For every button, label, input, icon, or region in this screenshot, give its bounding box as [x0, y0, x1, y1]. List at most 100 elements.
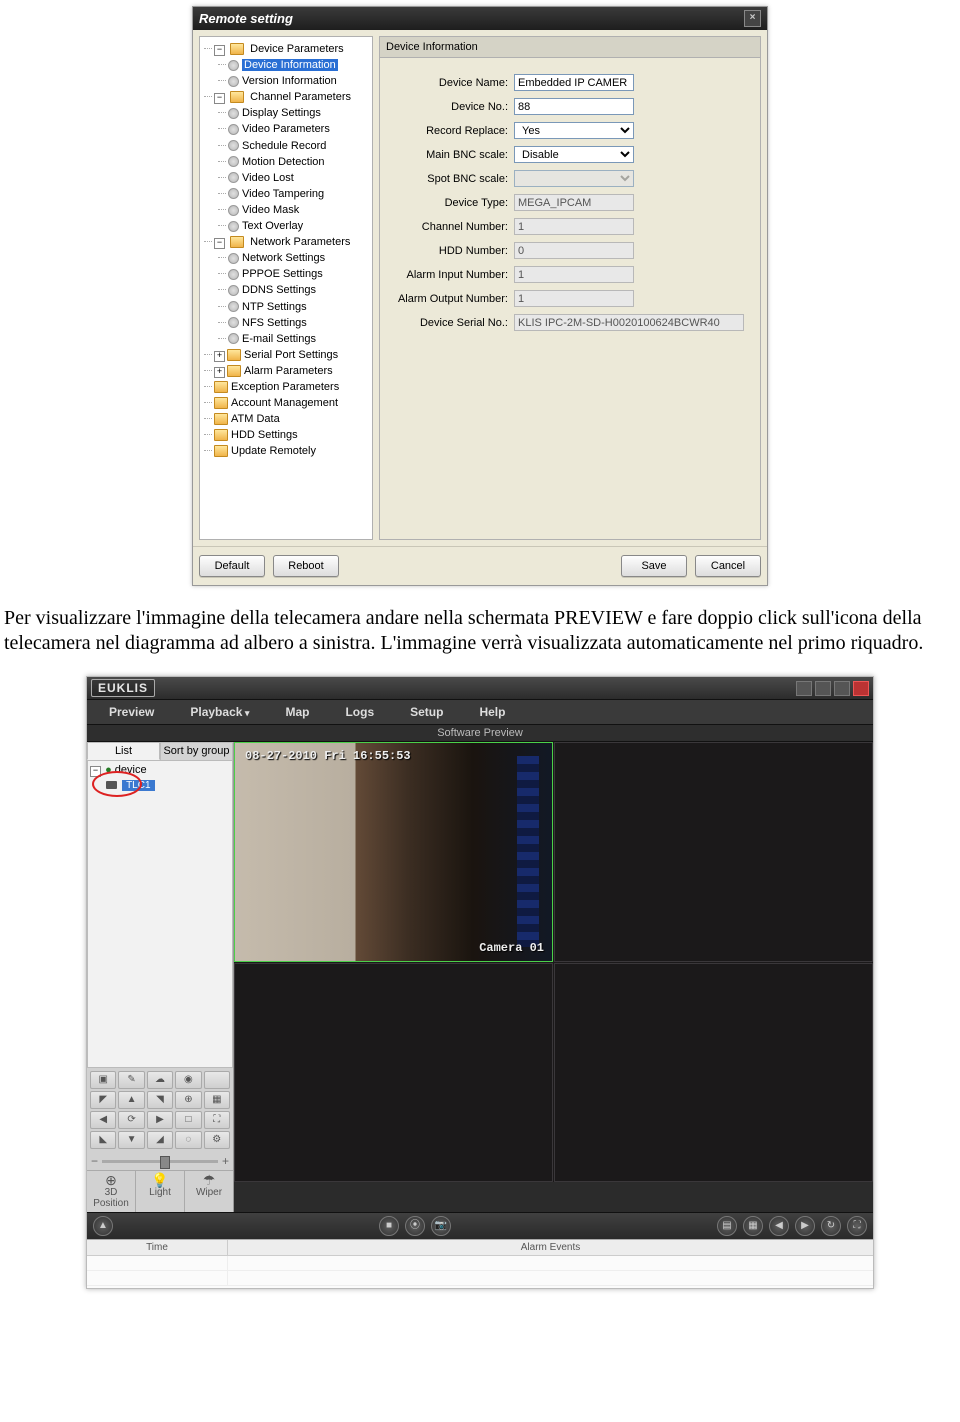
- tree-video-tampering[interactable]: Video Tampering: [242, 188, 324, 200]
- ptz-auto-icon[interactable]: ⟳: [118, 1111, 144, 1129]
- tree-text-overlay[interactable]: Text Overlay: [242, 220, 303, 232]
- autoswitch-icon[interactable]: ↻: [821, 1216, 841, 1236]
- tree-atm-data[interactable]: ATM Data: [231, 413, 280, 425]
- tree-update-remotely[interactable]: Update Remotely: [231, 445, 316, 457]
- slider-plus-icon[interactable]: +: [222, 1154, 229, 1168]
- ptz-grid-icon[interactable]: ▦: [204, 1091, 230, 1109]
- ptz-3d-position-button[interactable]: ⊕3D Position: [87, 1171, 136, 1212]
- layout-1-icon[interactable]: ▤: [717, 1216, 737, 1236]
- minimize-icon[interactable]: [815, 681, 831, 696]
- ptz-fullscreen-icon[interactable]: ⛶: [204, 1111, 230, 1129]
- tree-ntp-settings[interactable]: NTP Settings: [242, 301, 307, 313]
- tree-nfs-settings[interactable]: NFS Settings: [242, 317, 307, 329]
- device-name-input[interactable]: [514, 74, 634, 91]
- video-cell-3[interactable]: [234, 963, 553, 1183]
- stop-icon[interactable]: ■: [379, 1216, 399, 1236]
- leaf-icon: [228, 301, 239, 312]
- slider-minus-icon[interactable]: −: [91, 1154, 98, 1168]
- ptz-wiper-button[interactable]: ☂Wiper: [185, 1171, 233, 1212]
- collapse-icon[interactable]: −: [90, 766, 101, 777]
- alarm-icon[interactable]: ▲: [93, 1216, 113, 1236]
- tree-video-lost[interactable]: Video Lost: [242, 172, 294, 184]
- menu-logs[interactable]: Logs: [327, 700, 392, 724]
- tree-hdd-settings[interactable]: HDD Settings: [231, 429, 298, 441]
- tree-account-management[interactable]: Account Management: [231, 397, 338, 409]
- tree-ddns-settings[interactable]: DDNS Settings: [242, 285, 316, 297]
- ptz-iris-icon[interactable]: ◌: [175, 1131, 201, 1149]
- tree-video-parameters[interactable]: Video Parameters: [242, 124, 330, 136]
- ptz-up-right-icon[interactable]: ◥: [147, 1091, 173, 1109]
- video-cell-4[interactable]: [554, 963, 873, 1183]
- tree-motion-detection[interactable]: Motion Detection: [242, 156, 325, 168]
- close-icon[interactable]: ×: [744, 10, 761, 27]
- close-icon[interactable]: [853, 681, 869, 696]
- tree-schedule-record[interactable]: Schedule Record: [242, 140, 326, 152]
- tree-email-settings[interactable]: E-mail Settings: [242, 333, 316, 345]
- ptz-left-icon[interactable]: ◀: [90, 1111, 116, 1129]
- ptz-right-icon[interactable]: ▶: [147, 1111, 173, 1129]
- tree-video-mask[interactable]: Video Mask: [242, 204, 299, 216]
- settings-tree[interactable]: − Device Parameters Device Information V…: [199, 36, 373, 540]
- default-button[interactable]: Default: [199, 555, 265, 577]
- ptz-record-icon[interactable]: ◉: [175, 1071, 201, 1089]
- record-replace-select[interactable]: Yes: [514, 122, 634, 139]
- ptz-zoom-in-icon[interactable]: ⊕: [175, 1091, 201, 1109]
- leaf-icon: [228, 269, 239, 280]
- device-tree[interactable]: − ● device TLC1: [87, 760, 233, 1068]
- tree-network-parameters[interactable]: Network Parameters: [250, 236, 350, 248]
- next-page-icon[interactable]: ▶: [795, 1216, 815, 1236]
- layout-2-icon[interactable]: ▦: [743, 1216, 763, 1236]
- tree-network-settings[interactable]: Network Settings: [242, 252, 325, 264]
- ptz-up-icon[interactable]: ▲: [118, 1091, 144, 1109]
- ptz-settings-icon[interactable]: ⚙: [204, 1131, 230, 1149]
- video-cell-1[interactable]: 08-27-2010 Fri 16:55:53 Camera 01: [234, 742, 553, 962]
- prev-page-icon[interactable]: ◀: [769, 1216, 789, 1236]
- ptz-light-button[interactable]: 💡Light: [136, 1171, 185, 1212]
- tree-device-parameters[interactable]: Device Parameters: [250, 43, 344, 55]
- main-bnc-select[interactable]: Disable: [514, 146, 634, 163]
- ptz-mic-icon[interactable]: ✎: [118, 1071, 144, 1089]
- ptz-focus-icon[interactable]: □: [175, 1111, 201, 1129]
- ptz-speaker-icon[interactable]: ☁: [147, 1071, 173, 1089]
- expand-toggle-icon[interactable]: +: [214, 367, 225, 378]
- expand-toggle-icon[interactable]: −: [214, 238, 225, 249]
- ptz-snapshot-icon[interactable]: ▣: [90, 1071, 116, 1089]
- tree-exception-parameters[interactable]: Exception Parameters: [231, 381, 339, 393]
- expand-toggle-icon[interactable]: −: [214, 45, 225, 56]
- tree-root-device[interactable]: device: [115, 764, 147, 776]
- maximize-icon[interactable]: [834, 681, 850, 696]
- ptz-down-right-icon[interactable]: ◢: [147, 1131, 173, 1149]
- record-icon[interactable]: ⦿: [405, 1216, 425, 1236]
- tree-alarm-parameters[interactable]: Alarm Parameters: [244, 365, 333, 377]
- save-button[interactable]: Save: [621, 555, 687, 577]
- reboot-button[interactable]: Reboot: [273, 555, 339, 577]
- ptz-down-icon[interactable]: ▼: [118, 1131, 144, 1149]
- tab-list[interactable]: List: [87, 742, 160, 760]
- slider-track[interactable]: [102, 1160, 218, 1163]
- fullscreen-icon[interactable]: ⛶: [847, 1216, 867, 1236]
- tree-serial-port-settings[interactable]: Serial Port Settings: [244, 349, 338, 361]
- tree-pppoe-settings[interactable]: PPPOE Settings: [242, 268, 323, 280]
- menu-preview[interactable]: Preview: [91, 700, 172, 724]
- device-no-input[interactable]: [514, 98, 634, 115]
- menu-help[interactable]: Help: [461, 700, 523, 724]
- video-cell-2[interactable]: [554, 742, 873, 962]
- tree-camera-tlc1[interactable]: TLC1: [122, 780, 154, 791]
- user-icon[interactable]: [796, 681, 812, 696]
- tree-channel-parameters[interactable]: Channel Parameters: [250, 91, 351, 103]
- tree-version-information[interactable]: Version Information: [242, 75, 337, 87]
- menu-setup[interactable]: Setup: [392, 700, 461, 724]
- expand-toggle-icon[interactable]: +: [214, 351, 225, 362]
- ptz-speed-slider[interactable]: − +: [87, 1152, 233, 1170]
- slider-thumb[interactable]: [160, 1156, 170, 1169]
- tree-device-information[interactable]: Device Information: [242, 59, 338, 71]
- tree-display-settings[interactable]: Display Settings: [242, 107, 321, 119]
- menu-playback[interactable]: Playback: [172, 700, 267, 724]
- ptz-down-left-icon[interactable]: ◣: [90, 1131, 116, 1149]
- cancel-button[interactable]: Cancel: [695, 555, 761, 577]
- ptz-up-left-icon[interactable]: ◤: [90, 1091, 116, 1109]
- snapshot-icon[interactable]: 📷: [431, 1216, 451, 1236]
- tab-sort-by-group[interactable]: Sort by group: [160, 742, 233, 760]
- expand-toggle-icon[interactable]: −: [214, 93, 225, 104]
- menu-map[interactable]: Map: [267, 700, 327, 724]
